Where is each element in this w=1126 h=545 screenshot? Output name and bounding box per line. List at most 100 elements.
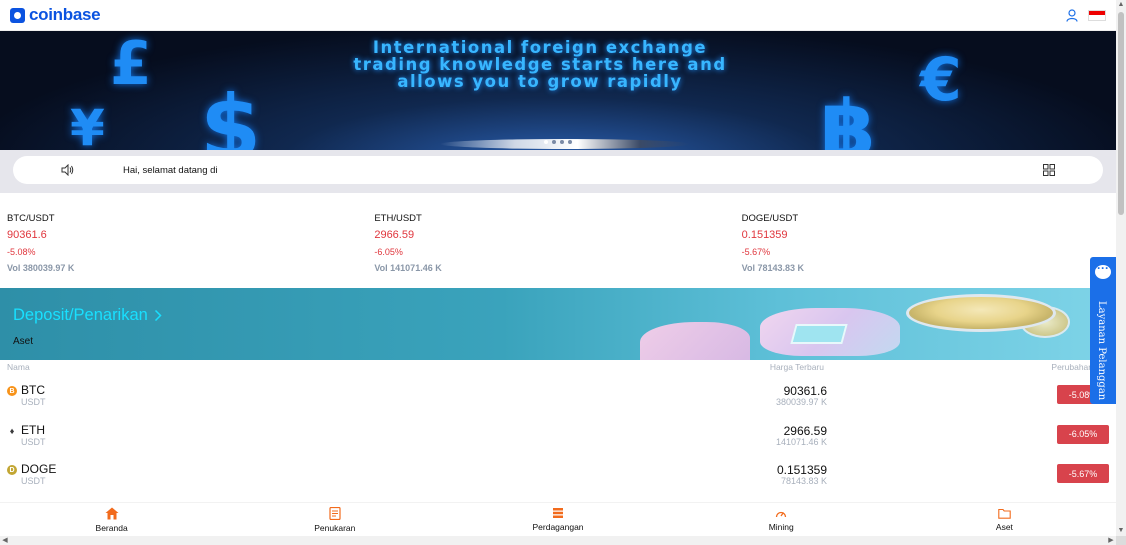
wallet-icon bbox=[998, 508, 1011, 519]
eth-icon: ♦ bbox=[7, 425, 17, 436]
column-name: Nama bbox=[7, 362, 30, 372]
coinbase-logo-icon bbox=[10, 7, 25, 23]
deposit-banner: Deposit/Penarikan Aset bbox=[0, 288, 1116, 360]
nav-label: Aset bbox=[995, 521, 1013, 532]
column-latest-price: Harga Terbaru bbox=[769, 362, 824, 372]
asset-symbol: DOGE bbox=[21, 462, 57, 476]
carousel-dots bbox=[544, 140, 572, 144]
ticker-btc[interactable]: BTC/USDT 90361.6 -5.08% Vol 380039.97 K bbox=[7, 213, 374, 288]
scroll-left-icon[interactable]: ◀ bbox=[0, 536, 10, 545]
exchange-icon bbox=[329, 506, 341, 520]
nav-label: Perdagangan bbox=[532, 522, 584, 532]
ticker-volume: Vol 78143.83 K bbox=[741, 263, 805, 273]
ticker-change: -5.67% bbox=[741, 247, 771, 257]
yen-icon: ¥ bbox=[70, 99, 105, 150]
ticker-price: 0.151359 bbox=[741, 229, 788, 241]
carousel-dot[interactable] bbox=[568, 140, 572, 144]
mining-icon bbox=[776, 511, 787, 517]
indonesia-flag-icon[interactable] bbox=[1088, 9, 1106, 21]
decor-card-inner bbox=[790, 324, 848, 344]
ticker-volume: Vol 141071.46 K bbox=[374, 263, 442, 273]
decor-bitcoin-coin bbox=[906, 294, 1056, 332]
assets-section-title: Aset bbox=[13, 336, 34, 347]
ticker-pair: DOGE/USDT bbox=[741, 213, 799, 224]
btc-icon: B bbox=[7, 386, 17, 396]
asset-table-header: Nama Harga Terbaru Perubahan bbox=[0, 360, 1116, 375]
doge-icon: D bbox=[7, 465, 17, 475]
header-actions bbox=[1066, 8, 1106, 22]
ticker-volume: Vol 380039.97 K bbox=[7, 263, 75, 273]
carousel-dot[interactable] bbox=[560, 140, 564, 144]
scrollbar-corner bbox=[1116, 536, 1126, 545]
nav-item-exchange[interactable]: Penukaran bbox=[223, 503, 446, 536]
scroll-up-icon[interactable]: ▲ bbox=[1117, 0, 1125, 10]
ticker-price: 2966.59 bbox=[374, 229, 415, 241]
asset-volume: 78143.83 K bbox=[780, 476, 827, 486]
horizontal-scrollbar[interactable]: ◀ ▶ bbox=[0, 536, 1116, 545]
bottom-nav: Beranda Penukaran Perdagangan Mining Ase… bbox=[0, 502, 1116, 536]
column-change: Perubahan bbox=[1051, 362, 1093, 372]
deposit-title: Deposit/Penarikan bbox=[13, 306, 148, 324]
logo[interactable]: coinbase bbox=[10, 5, 101, 25]
euro-icon: € bbox=[920, 45, 962, 115]
nav-item-trade[interactable]: Perdagangan bbox=[446, 503, 669, 536]
asset-quote: USDT bbox=[21, 436, 46, 447]
change-badge[interactable]: -6.05% bbox=[1057, 424, 1109, 444]
market-tickers: BTC/USDT 90361.6 -5.08% Vol 380039.97 K … bbox=[0, 193, 1116, 288]
user-icon[interactable] bbox=[1066, 8, 1078, 22]
customer-service-tab[interactable]: Layanan Pelanggan bbox=[1090, 257, 1116, 404]
asset-quote: USDT bbox=[21, 397, 46, 407]
home-icon bbox=[105, 507, 119, 519]
asset-volume: 380039.97 K bbox=[775, 397, 827, 407]
speaker-icon bbox=[61, 163, 74, 181]
ticker-change: -5.08% bbox=[7, 247, 36, 257]
notice-bar[interactable]: Hai, selamat datang di bbox=[13, 156, 1103, 184]
nav-item-home[interactable]: Beranda bbox=[0, 503, 223, 536]
vertical-scrollbar[interactable]: ▲ ▼ bbox=[1116, 0, 1126, 536]
decor-shape bbox=[640, 322, 750, 360]
nav-item-mining[interactable]: Mining bbox=[670, 503, 893, 536]
promo-banner[interactable]: £ ¥ $ € ฿ International foreign exchange… bbox=[0, 31, 1116, 150]
nav-label: Mining bbox=[768, 521, 794, 532]
ticker-pair: BTC/USDT bbox=[7, 213, 55, 224]
change-badge[interactable]: -5.67% bbox=[1057, 464, 1109, 483]
carousel-dot[interactable] bbox=[552, 140, 556, 144]
logo-text: coinbase bbox=[29, 5, 101, 24]
grid-icon[interactable] bbox=[1043, 163, 1055, 181]
ticker-eth[interactable]: ETH/USDT 2966.59 -6.05% Vol 141071.46 K bbox=[374, 213, 741, 288]
baht-icon: ฿ bbox=[820, 83, 876, 150]
customer-service-label: Layanan Pelanggan bbox=[1096, 301, 1107, 401]
top-header: coinbase bbox=[0, 0, 1116, 31]
asset-last-price: 2966.59 bbox=[783, 423, 827, 438]
banner-headline: International foreign exchange trading k… bbox=[353, 38, 727, 91]
dollar-icon: $ bbox=[200, 76, 262, 150]
asset-symbol: BTC bbox=[21, 383, 45, 397]
notice-text: Hai, selamat datang di bbox=[123, 164, 218, 176]
scroll-thumb[interactable] bbox=[1118, 12, 1124, 215]
trade-icon bbox=[553, 508, 563, 518]
ticker-price: 90361.6 bbox=[7, 229, 47, 241]
scroll-down-icon[interactable]: ▼ bbox=[1117, 526, 1125, 536]
nav-item-assets[interactable]: Aset bbox=[893, 503, 1116, 536]
asset-symbol: ETH bbox=[21, 422, 45, 437]
chat-icon bbox=[1095, 261, 1111, 279]
pound-icon: £ bbox=[110, 31, 152, 99]
asset-last-price: 0.151359 bbox=[776, 463, 827, 477]
deposit-withdraw-link[interactable]: Deposit/Penarikan bbox=[13, 306, 162, 325]
asset-last-price: 90361.6 bbox=[783, 384, 827, 398]
carousel-dot[interactable] bbox=[544, 140, 548, 144]
table-row[interactable]: D DOGE USDT 0.151359 78143.83 K -5.67% bbox=[0, 454, 1116, 494]
ticker-doge[interactable]: DOGE/USDT 0.151359 -5.67% Vol 78143.83 K bbox=[742, 213, 1109, 288]
nav-label: Penukaran bbox=[314, 522, 356, 533]
notice-section: Hai, selamat datang di bbox=[0, 150, 1116, 193]
scroll-right-icon[interactable]: ▶ bbox=[1106, 536, 1116, 545]
app-root: coinbase £ ¥ $ € ฿ International foreign… bbox=[0, 0, 1116, 545]
table-row[interactable]: B BTC USDT 90361.6 380039.97 K -5.08% bbox=[0, 375, 1116, 415]
ticker-pair: ETH/USDT bbox=[374, 213, 422, 224]
asset-quote: USDT bbox=[21, 476, 46, 486]
asset-volume: 141071.46 K bbox=[775, 436, 827, 447]
chevron-right-icon bbox=[154, 309, 162, 322]
nav-label: Beranda bbox=[95, 522, 128, 533]
table-row[interactable]: ♦ ETH USDT 2966.59 141071.46 K -6.05% bbox=[0, 415, 1116, 455]
ticker-change: -6.05% bbox=[374, 247, 403, 257]
